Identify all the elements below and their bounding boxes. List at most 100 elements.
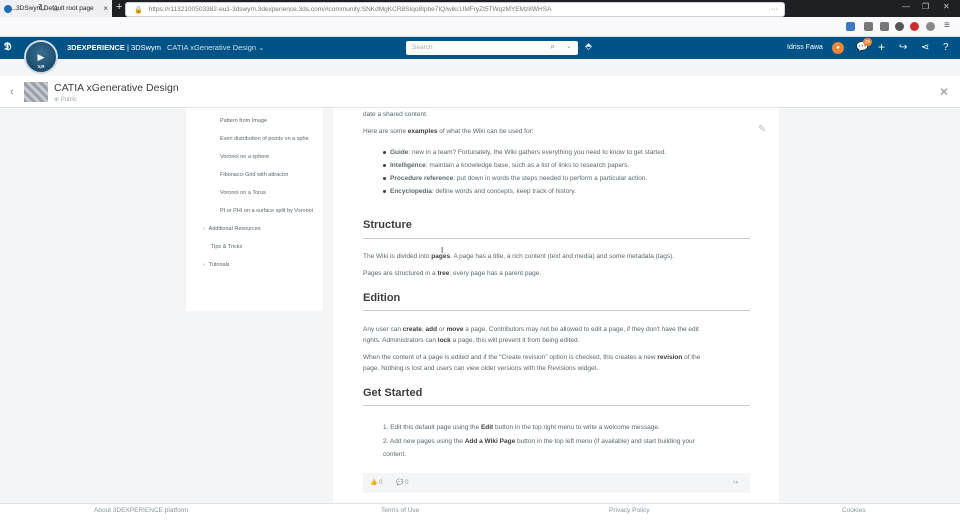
edit-icon[interactable]: ✎ bbox=[758, 124, 766, 135]
brand-title: 3DEXPERIENCE | 3DSwym bbox=[67, 43, 161, 52]
text-bold: Edit bbox=[480, 424, 494, 431]
bullet-icon bbox=[383, 163, 386, 167]
community-title[interactable]: CATIA xGenerative Design bbox=[54, 82, 179, 94]
play-icon: ▶ bbox=[37, 51, 45, 62]
text-bold: pages bbox=[431, 253, 451, 260]
tree-item[interactable]: PI or PHI on a surface split by Voronoi bbox=[220, 208, 320, 214]
visibility-label: Public bbox=[60, 97, 78, 103]
ds-logo-icon: 𝕯 bbox=[4, 41, 12, 53]
search-icon[interactable]: ⌕ bbox=[550, 41, 555, 52]
compass-icon[interactable]: ▶ V,R bbox=[24, 40, 58, 74]
tree-item[interactable]: Voronoi on a sphere bbox=[220, 154, 269, 160]
text: or bbox=[437, 326, 447, 333]
tree-item-label: Additional Resources bbox=[208, 226, 261, 232]
list-item: Encyclopedia: define words and concepts,… bbox=[383, 188, 576, 195]
window-close-icon[interactable]: ✕ bbox=[943, 2, 950, 11]
tree-item[interactable]: Pattern from Image bbox=[220, 118, 267, 124]
reload-icon[interactable]: ↻ bbox=[38, 3, 46, 14]
edition-p2-line1: When the content of a page is edited and… bbox=[363, 354, 700, 362]
app-name-dropdown[interactable]: CATIA xGenerative Design ⌄ bbox=[167, 43, 264, 52]
library-icon[interactable] bbox=[864, 22, 873, 31]
brand-bold: 3DEXPERIENCE bbox=[67, 43, 125, 52]
avatar[interactable]: ● bbox=[832, 42, 844, 54]
list-item: Procedure reference: put down in words t… bbox=[383, 175, 647, 182]
address-bar[interactable]: 🔒 https://r1132100503382-eu1-3dswym.3dex… bbox=[125, 2, 785, 17]
globe-icon: ⊕ bbox=[54, 97, 61, 103]
forward-arrow-icon[interactable]: → bbox=[23, 3, 33, 14]
tree-item[interactable]: Voronoi on a Torus bbox=[220, 190, 266, 196]
share-post-icon[interactable]: ↪ bbox=[733, 479, 738, 486]
chevron-right-icon[interactable]: › bbox=[203, 226, 205, 232]
user-name[interactable]: Idriss Fawa bbox=[787, 44, 823, 51]
privacy-link[interactable]: Privacy Policy bbox=[609, 507, 649, 514]
brand-rest: | 3DSwym bbox=[124, 43, 162, 52]
text-bold: tree bbox=[437, 270, 450, 277]
term: Guide bbox=[390, 149, 409, 156]
restore-icon[interactable]: ❐ bbox=[922, 2, 929, 11]
text-bold: Add a Wiki Page bbox=[464, 438, 516, 445]
sidebar-icon[interactable] bbox=[880, 22, 889, 31]
share-arrow-icon[interactable]: ↪ bbox=[899, 42, 907, 53]
divider bbox=[363, 238, 750, 239]
term: Procedure reference bbox=[390, 175, 454, 182]
lock-icon: 🔒 bbox=[134, 6, 143, 14]
tree-item-tips[interactable]: Tips & Tricks bbox=[211, 244, 242, 250]
tree-item[interactable]: Even distribution of points on a sphe bbox=[220, 136, 320, 142]
text-bold: create bbox=[402, 326, 422, 333]
minimize-icon[interactable]: — bbox=[902, 2, 910, 11]
tree-item-additional-resources[interactable]: › Additional Resources bbox=[203, 226, 261, 232]
text-bold: add bbox=[425, 326, 438, 333]
extension2-icon[interactable] bbox=[926, 22, 935, 31]
bullet-icon bbox=[383, 150, 386, 154]
heading-get-started: Get Started bbox=[363, 387, 423, 399]
download-icon[interactable] bbox=[846, 22, 855, 31]
text: The Wiki is divided into bbox=[363, 253, 432, 260]
comment-button[interactable]: 💬 0 bbox=[396, 479, 408, 486]
bullet-icon bbox=[383, 189, 386, 193]
edition-p2-line2: page. Nothing is lost and users can view… bbox=[363, 365, 599, 372]
notification-badge: 25 bbox=[863, 38, 872, 46]
like-button[interactable]: 👍 0 bbox=[370, 479, 382, 486]
account-icon[interactable] bbox=[895, 22, 904, 31]
page-actions-icon[interactable]: ··· bbox=[771, 6, 778, 13]
text: When the content of a page is edited and… bbox=[363, 354, 658, 361]
chevron-left-icon[interactable]: ‹ bbox=[10, 86, 14, 98]
tree-item[interactable]: Fibonacci Grid with attractor bbox=[220, 172, 288, 178]
structure-p2: Pages are structured in a tree: every pa… bbox=[363, 270, 541, 278]
add-icon[interactable]: + bbox=[878, 40, 885, 54]
community-thumbnail bbox=[24, 82, 48, 102]
text: : maintain a knowledge base, such as a l… bbox=[425, 162, 630, 169]
heading-structure: Structure bbox=[363, 219, 412, 231]
close-icon[interactable]: ✕ bbox=[939, 85, 949, 99]
text-bold: lock bbox=[437, 337, 451, 344]
text: : put down in words the steps needed to … bbox=[453, 175, 648, 182]
text: of the bbox=[682, 354, 701, 361]
chevron-right-icon[interactable]: › bbox=[203, 262, 205, 268]
text: : define words and concepts, keep track … bbox=[431, 188, 576, 195]
terms-link[interactable]: Terms of Use bbox=[381, 507, 419, 514]
comment-icon: 💬 bbox=[396, 480, 406, 486]
tab-close-icon[interactable]: × bbox=[103, 4, 108, 13]
tree-item-tutorials[interactable]: › Tutorials bbox=[203, 262, 230, 268]
back-arrow-icon[interactable]: ← bbox=[8, 3, 18, 14]
compass-label: V,R bbox=[37, 64, 45, 69]
share-icon[interactable]: ⋖ bbox=[921, 42, 929, 53]
divider bbox=[363, 405, 750, 406]
help-icon[interactable]: ? bbox=[943, 42, 949, 53]
extension-icon[interactable] bbox=[910, 22, 919, 31]
step-2: 2. Add new pages using the Add a Wiki Pa… bbox=[383, 438, 695, 446]
search-dropdown-icon[interactable]: ⌄ bbox=[566, 42, 572, 50]
thumbs-up-icon: 👍 bbox=[370, 480, 380, 486]
home-icon[interactable]: ⌂ bbox=[53, 3, 59, 14]
menu-icon[interactable]: ≡ bbox=[944, 20, 950, 31]
text: Any user can bbox=[363, 326, 403, 333]
text: of what the Wiki can be used for: bbox=[437, 128, 534, 135]
community-visibility: ⊕ Public bbox=[54, 96, 77, 103]
tag-icon[interactable]: ⬘ bbox=[585, 41, 592, 52]
text: rights. Administrators can bbox=[363, 337, 438, 344]
text: 2. Add new pages using the bbox=[383, 438, 465, 445]
about-link[interactable]: About 3DEXPERIENCE platform bbox=[94, 507, 188, 514]
cookies-link[interactable]: Cookies bbox=[842, 507, 865, 514]
examples-intro: Here are some examples of what the Wiki … bbox=[363, 128, 534, 136]
new-tab-button[interactable]: + bbox=[116, 1, 122, 13]
